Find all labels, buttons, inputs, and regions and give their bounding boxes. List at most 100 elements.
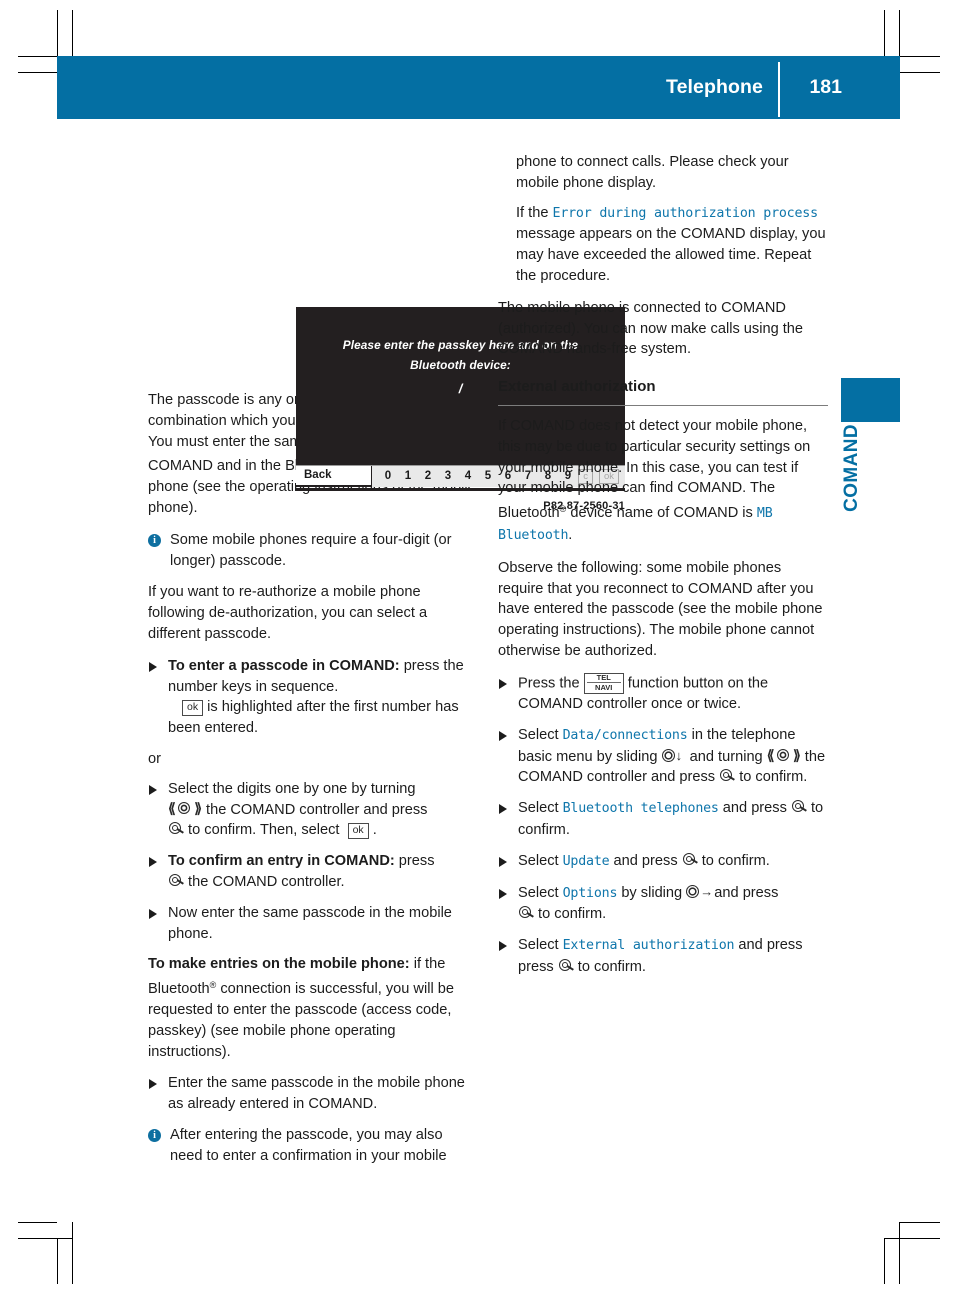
step-select-digits: Select the digits one by one by turning … — [148, 779, 478, 841]
step-select-digits-d: . — [372, 822, 377, 839]
step-data-a: Select — [518, 726, 563, 743]
step-enter-passcode-in-comand: To enter a passcode in COMAND: press the… — [148, 656, 478, 739]
step-bullet-icon — [149, 1079, 157, 1090]
note-four-digit-text: Some mobile phones require a four-digit … — [170, 531, 452, 569]
crop-mark-bottom-right-inner — [884, 1238, 885, 1284]
step-select-update: Select Update and press to confirm. — [498, 851, 828, 873]
or-separator: or — [148, 750, 161, 767]
step-enter-passcode-label: To enter a passcode in COMAND: — [168, 657, 400, 674]
chapter-tab-label: COMAND — [841, 424, 862, 512]
step-bullet-icon — [149, 908, 157, 919]
crop-mark-bottom-right-h-inner — [884, 1238, 940, 1239]
comand-controller-turn-icon: ⟪ ⟫ — [766, 746, 801, 763]
header-divider — [778, 62, 780, 117]
comand-controller-slide-right-icon: → — [686, 884, 713, 899]
crop-mark-bottom-left-h-inner — [18, 1238, 72, 1239]
step-select-bluetooth-telephones: Select Bluetooth telephones and press to… — [498, 798, 828, 841]
paragraph-connected: The mobile phone is connected to COMAND … — [498, 299, 804, 358]
note-after-entering-passcode: i After entering the passcode, you may a… — [148, 1125, 478, 1167]
step-bullet-icon — [499, 888, 507, 899]
comand-controller-slide-down-icon: ↓ — [661, 748, 686, 763]
paragraph-mobile-entries-label: To make entries on the mobile phone: — [148, 956, 410, 973]
paragraph-mobile-entries: To make entries on the mobile phone: if … — [148, 954, 478, 1062]
comand-controller-press-icon — [168, 821, 184, 836]
step-select-digits-c: to confirm. Then, select — [184, 822, 340, 839]
ok-key-icon: ok — [182, 700, 204, 717]
section-external-authorization-heading: External authorization — [498, 377, 828, 406]
paragraph-continued: phone to connect calls. Please check you… — [516, 154, 789, 191]
ui-string-update: Update — [562, 853, 610, 869]
step-enter-same-passcode: Enter the same passcode in the mobile ph… — [148, 1073, 478, 1115]
paragraph-observe: Observe the following: some mobile phone… — [498, 559, 823, 659]
step-select-data-connections: Select Data/connections in the telephone… — [498, 725, 828, 788]
step-data-e: to confirm. — [735, 769, 808, 786]
chapter-tab-marker — [841, 378, 900, 422]
comand-controller-turn-icon: ⟪ ⟫ — [168, 799, 202, 816]
step-update-b: and press — [609, 852, 678, 869]
comand-controller-press-icon — [558, 958, 574, 973]
info-icon: i — [148, 1128, 161, 1142]
paragraph-error-message: If the Error during authorization proces… — [516, 203, 828, 287]
tel-navi-line1: TEL — [586, 673, 621, 684]
comand-digit-key[interactable]: 5 — [478, 466, 498, 487]
comand-digit-key[interactable]: 1 — [398, 466, 418, 487]
step-confirm-label: To confirm an entry in COMAND: — [168, 853, 395, 870]
step-press-tel-navi-button: Press the TEL NAVI function button on th… — [498, 672, 828, 715]
paragraph-error-pre: If the — [516, 204, 553, 221]
comand-digit-key[interactable]: 4 — [458, 466, 478, 487]
step-bullet-icon — [499, 941, 507, 952]
step-now-enter-passcode: Now enter the same passcode in the mobil… — [148, 903, 478, 945]
crop-mark-bottom-right-outer — [899, 1222, 900, 1284]
page-title: Telephone — [666, 75, 763, 98]
step-bt-b: and press — [718, 800, 787, 817]
step-bullet-icon — [499, 804, 507, 815]
comand-controller-press-icon — [168, 873, 184, 888]
comand-digit-key[interactable]: 0 — [378, 466, 398, 487]
step-extauth-a: Select — [518, 937, 563, 954]
crop-mark-bottom-left-inner — [72, 1222, 73, 1284]
crop-mark-top-right-inner — [884, 10, 885, 56]
comand-prompt-line2: Bluetooth device: — [410, 358, 511, 372]
subheading-external-authorization: External authorization — [498, 378, 656, 396]
ui-string-data-connections: Data/connections — [562, 727, 688, 743]
step-update-c: to confirm. — [697, 852, 770, 869]
crop-mark-bottom-right-h-outer — [900, 1222, 940, 1223]
note-after-entering-text: After entering the passcode, you may als… — [170, 1126, 447, 1164]
crop-mark-top-left-outer — [57, 10, 58, 56]
tel-navi-line2: NAVI — [595, 683, 613, 693]
page-number: 181 — [809, 75, 842, 98]
step-update-a: Select — [518, 852, 563, 869]
right-text-column: phone to connect calls. Please check you… — [498, 152, 828, 988]
paragraph-external-text-b: device name of COMAND is — [566, 505, 757, 522]
step-press-tel-a: Press the — [518, 675, 580, 692]
ui-string-external-authorization: External authorization — [562, 938, 735, 954]
crop-mark-top-left-h-outer — [18, 56, 57, 57]
comand-digit-key[interactable]: 2 — [418, 466, 438, 487]
comand-back-button[interactable]: Back — [296, 466, 372, 487]
step-extauth-press-word: press — [518, 959, 554, 975]
comand-digit-key[interactable]: 3 — [438, 466, 458, 487]
paragraph-external-1: If COMAND does not detect your mobile ph… — [498, 416, 828, 547]
step-select-digits-b: the COMAND controller and press — [202, 801, 428, 818]
step-select-external-authorization: Select External authorization and press … — [498, 935, 828, 978]
step-select-options: Select Options by sliding → and press to… — [498, 883, 828, 926]
step-now-enter-text: Now enter the same passcode in the mobil… — [168, 904, 452, 942]
left-text-column: Please enter the passkey here and on the… — [148, 152, 625, 1178]
step-bullet-icon — [499, 856, 507, 867]
ok-key-icon: ok — [347, 823, 369, 840]
step-options-c: and press — [710, 884, 779, 901]
step-confirm-entry-in-comand: To confirm an entry in COMAND: press the… — [148, 851, 478, 893]
step-options-a: Select — [518, 884, 563, 901]
step-bullet-icon — [149, 857, 157, 868]
ui-string-bluetooth-telephones: Bluetooth telephones — [562, 801, 719, 817]
paragraph-external-text-c: . — [568, 526, 573, 543]
step-bt-a: Select — [518, 800, 563, 817]
step-extauth-b: and press — [734, 937, 803, 954]
tel-navi-button-icon: TEL NAVI — [583, 672, 624, 694]
step-data-c: and turning — [685, 748, 763, 765]
step-extauth-c: to confirm. — [573, 959, 646, 975]
crop-mark-top-right-h-outer — [900, 56, 940, 57]
ui-string-error-during-authorization: Error during authorization process — [552, 205, 819, 221]
ui-string-options: Options — [562, 885, 618, 901]
step-enter-same-text: Enter the same passcode in the mobile ph… — [168, 1075, 465, 1113]
